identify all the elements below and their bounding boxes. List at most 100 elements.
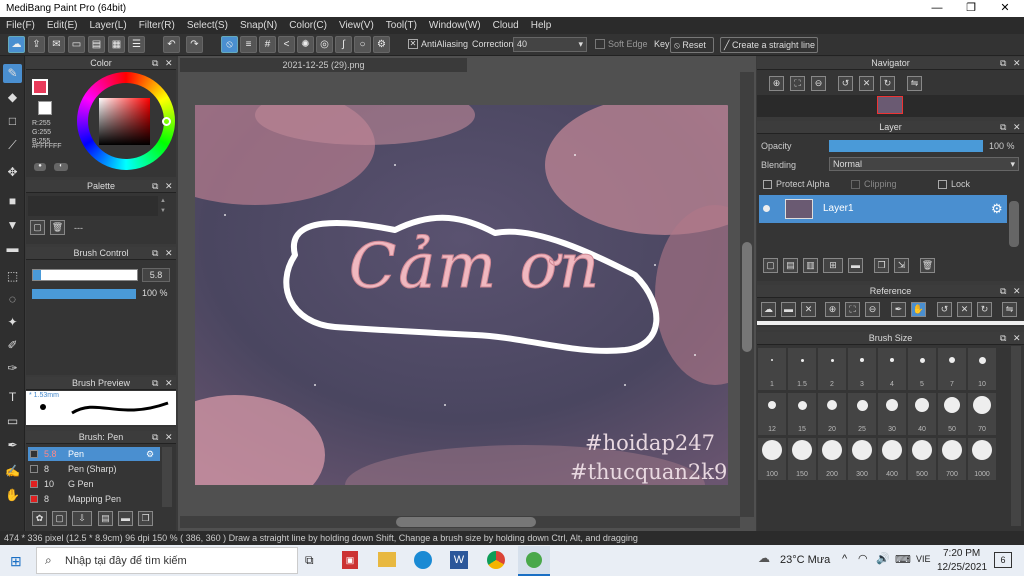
menu-help[interactable]: Help [525,20,558,31]
soft-edge-checkbox[interactable] [595,39,605,49]
close-icon[interactable]: ✕ [165,248,173,259]
close-icon[interactable]: ✕ [165,378,173,389]
ref-flip-icon[interactable]: ⇋ [1002,302,1017,317]
clipping-checkbox[interactable] [851,180,860,189]
ref-rotate-right-icon[interactable]: ↻ [977,302,992,317]
brush-list-item[interactable]: 10 G Pen [28,477,160,491]
brush-size-option[interactable]: 3 [848,348,876,390]
brush-size-option[interactable]: 150 [788,438,816,480]
file-explorer-icon[interactable] [378,552,396,567]
ref-open-icon[interactable]: ▬ [781,302,796,317]
shape-tool-icon[interactable]: ■ [3,192,22,211]
brush-size-option[interactable]: 25 [848,393,876,435]
notification-icon[interactable]: 6 [994,552,1012,568]
wifi-icon[interactable]: ◠ [858,552,868,565]
antialias-checkbox[interactable]: ✕ [408,39,418,49]
delete-layer-icon[interactable]: 🗑 [920,258,935,273]
brush-size-option[interactable]: 12 [758,393,786,435]
grid-doc-icon[interactable]: ▦ [108,36,125,53]
new-1bit-layer-icon[interactable]: ▥ [803,258,818,273]
menu-window[interactable]: Window(W) [423,20,487,31]
brush-size-option[interactable]: 1.5 [788,348,816,390]
chrome-browser-icon[interactable] [487,551,505,569]
select-eraser-icon[interactable]: ✑ [3,359,22,378]
blending-select[interactable]: Normal ▾ [829,157,1019,171]
brush-size-option[interactable]: 4 [878,348,906,390]
horizontal-scrollbar[interactable] [180,516,740,528]
brush-size-option[interactable]: 200 [818,438,846,480]
language-indicator[interactable]: VIE [916,554,931,564]
brush-size-option[interactable]: 5 [908,348,936,390]
visibility-icon[interactable] [763,205,770,212]
palette-scroll[interactable]: ▲ ▼ [160,196,168,216]
correction-select[interactable]: 40 ▾ [513,37,587,52]
settings-gear-icon[interactable]: ⚙ [373,36,390,53]
ref-cloud-icon[interactable]: ☁ [761,302,776,317]
zoom-out-icon[interactable]: ⊖ [811,76,826,91]
saturation-value-square[interactable] [99,98,150,145]
list-icon[interactable]: ☰ [128,36,145,53]
horizontal-scroll-thumb[interactable] [396,517,536,527]
popout-icon[interactable]: ⧉ [1000,286,1006,297]
brush-size-option[interactable]: 15 [788,393,816,435]
keyboard-icon[interactable]: ⌨ [895,553,911,566]
new-layer-icon[interactable]: ▢ [763,258,778,273]
foreground-color-swatch[interactable] [32,79,48,95]
gradient-tool-icon[interactable]: ▬ [3,239,22,258]
close-icon[interactable]: ✕ [1013,286,1021,297]
task-view-icon[interactable]: ⧉ [305,553,314,568]
menu-color[interactable]: Color(C) [283,20,333,31]
color-slider-icon[interactable]: ◐ [54,163,68,171]
popout-icon[interactable]: ⧉ [152,432,158,443]
ref-zoom-in-icon[interactable]: ⊕ [825,302,840,317]
straight-line-button[interactable]: ╱ Create a straight line [720,37,818,53]
menu-snap[interactable]: Snap(N) [234,20,283,31]
brush-size-option[interactable]: 500 [908,438,936,480]
brush-size-option[interactable]: 700 [938,438,966,480]
menu-tool[interactable]: Tool(T) [380,20,423,31]
move-tool-icon[interactable]: ✥ [3,163,22,182]
palette-swatches[interactable] [28,196,158,216]
close-icon[interactable]: ✕ [1013,58,1021,69]
menu-filter[interactable]: Filter(R) [133,20,181,31]
minimize-button[interactable]: — [920,0,954,17]
no-snap-icon[interactable]: ⦸ [221,36,238,53]
menu-select[interactable]: Select(S) [181,20,234,31]
monitor-icon[interactable]: ▭ [68,36,85,53]
close-icon[interactable]: ✕ [165,432,173,443]
photos-app-icon[interactable]: ▣ [342,551,358,569]
curve-snap-icon[interactable]: ∫ [335,36,352,53]
lasso-tool-icon[interactable]: ◌ [3,290,22,309]
popout-icon[interactable]: ⧉ [152,181,158,192]
close-icon[interactable]: ✕ [1013,333,1021,344]
brush-size-option[interactable]: 2 [818,348,846,390]
menu-cloud[interactable]: Cloud [487,20,525,31]
ref-zoom-out-icon[interactable]: ⊖ [865,302,880,317]
brush-add-icon[interactable]: ✿ [32,511,47,526]
brush-size-option[interactable]: 50 [938,393,966,435]
weather-text[interactable]: 23°C Mưa [780,554,830,566]
vanish-snap-icon[interactable]: < [278,36,295,53]
close-icon[interactable]: ✕ [1013,122,1021,133]
zoom-in-icon[interactable]: ⊕ [769,76,784,91]
rotate-left-icon[interactable]: ↺ [838,76,853,91]
fit-icon[interactable]: ⛶ [790,76,805,91]
chevron-up-icon[interactable]: ^ [842,553,847,565]
brush-size-value[interactable]: 5.8 [142,268,170,282]
brush-size-option[interactable]: 7 [938,348,966,390]
eyedropper-icon[interactable]: ✒ [3,436,22,455]
brush-list-scrollbar[interactable] [162,447,172,507]
undo-icon[interactable]: ↶ [163,36,180,53]
merge-layer-icon[interactable]: ⇲ [894,258,909,273]
brush-size-option[interactable]: 1 [758,348,786,390]
brush-list-item[interactable]: 8 Pen (Sharp) [28,462,160,476]
rotate-right-icon[interactable]: ↻ [880,76,895,91]
document-icon[interactable]: ▤ [88,36,105,53]
radial-snap-icon[interactable]: ✺ [297,36,314,53]
edge-browser-icon[interactable] [414,551,432,569]
magic-wand-icon[interactable]: ✦ [3,313,22,332]
layer-row[interactable]: Layer1 ⚙ [759,195,1007,223]
menu-view[interactable]: View(V) [333,20,380,31]
brush-size-scrollbar[interactable] [1011,346,1021,526]
rectangle-tool-icon[interactable]: □ [3,112,22,131]
